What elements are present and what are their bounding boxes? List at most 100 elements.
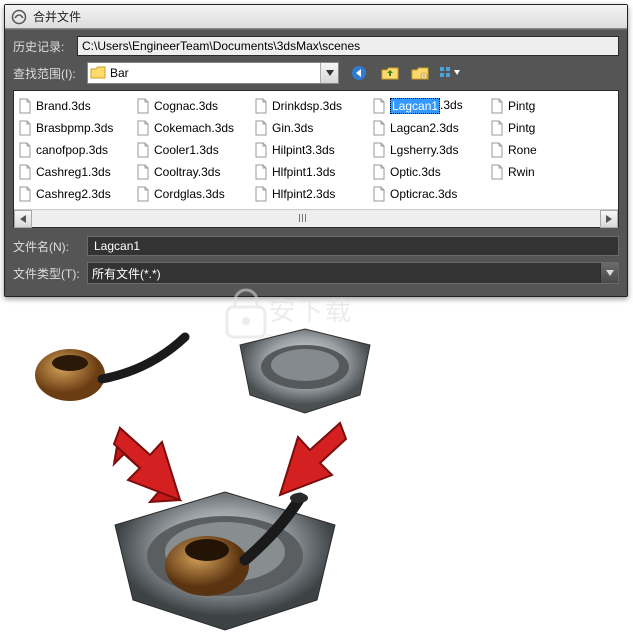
file-item[interactable]: Drinkdsp.3ds (254, 97, 368, 115)
document-icon (372, 98, 386, 114)
pipe-image (30, 325, 190, 415)
file-column: Lagcan1.3ds Lagcan2.3ds Lgsherry.3ds Optic.… (372, 97, 486, 207)
file-item[interactable]: Pintg (490, 97, 604, 115)
document-icon (136, 186, 150, 202)
file-item[interactable]: Cordglas.3ds (136, 185, 250, 203)
file-item[interactable]: Brand.3ds (18, 97, 132, 115)
file-item[interactable]: Cokemach.3ds (136, 119, 250, 137)
file-item[interactable]: Gin.3ds (254, 119, 368, 137)
file-item[interactable]: Hlfpint2.3ds (254, 185, 368, 203)
window-title: 合并文件 (33, 8, 81, 25)
file-name: Brasbpmp.3ds (36, 121, 113, 135)
combo-dropdown-icon[interactable] (320, 63, 338, 83)
file-name: Cashreg2.3ds (36, 187, 111, 201)
document-icon (490, 98, 504, 114)
file-item[interactable]: Cooltray.3ds (136, 163, 250, 181)
file-item[interactable]: Rone (490, 141, 604, 159)
back-button[interactable] (349, 63, 371, 83)
folder-icon (88, 66, 108, 80)
file-name: Lgsherry.3ds (390, 143, 458, 157)
lookin-folder-name: Bar (108, 66, 320, 80)
merge-files-dialog: 合并文件 历史记录: 查找范围(I): Bar (4, 4, 628, 297)
lookin-combo[interactable]: Bar (87, 62, 339, 84)
file-name: Hlfpint2.3ds (272, 187, 335, 201)
document-icon (254, 120, 268, 136)
file-name: Cooler1.3ds (154, 143, 219, 157)
file-item[interactable]: Cashreg1.3ds (18, 163, 132, 181)
up-folder-button[interactable] (379, 63, 401, 83)
document-icon (490, 120, 504, 136)
file-name: Rwin (508, 165, 535, 179)
file-name: Opticrac.3ds (390, 187, 457, 201)
horizontal-scrollbar[interactable] (14, 209, 618, 227)
file-name: Pintg (508, 121, 535, 135)
document-icon (490, 164, 504, 180)
file-name: Cooltray.3ds (154, 165, 220, 179)
file-item[interactable]: Brasbpmp.3ds (18, 119, 132, 137)
document-icon (18, 120, 32, 136)
document-icon (18, 164, 32, 180)
file-name: Rone (508, 143, 537, 157)
filetype-label: 文件类型(T): (13, 265, 87, 282)
file-name: Drinkdsp.3ds (272, 99, 342, 113)
file-name: Cashreg1.3ds (36, 165, 111, 179)
scrollbar-track[interactable] (32, 210, 600, 227)
file-column: Pintg Pintg Rone Rwin (490, 97, 604, 207)
file-name: Lagcan2.3ds (390, 121, 459, 135)
titlebar[interactable]: 合并文件 (5, 5, 627, 29)
document-icon (18, 186, 32, 202)
file-name: Hilpint3.3ds (272, 143, 335, 157)
filetype-dropdown-icon[interactable] (600, 263, 618, 283)
filetype-combo[interactable]: 所有文件(*.*) (87, 262, 619, 284)
file-name: Gin.3ds (272, 121, 313, 135)
scroll-left-button[interactable] (14, 210, 32, 228)
document-icon (254, 98, 268, 114)
file-list-pane[interactable]: Brand.3ds Brasbpmp.3ds canofpop.3ds Cashreg… (13, 90, 619, 228)
lookin-toolbar (349, 63, 461, 83)
file-name: Brand.3ds (36, 99, 91, 113)
app-icon (11, 9, 27, 25)
lookin-label: 查找范围(I): (13, 65, 87, 82)
file-name: Cognac.3ds (154, 99, 218, 113)
file-name: Hlfpint1.3ds (272, 165, 335, 179)
file-column: Brand.3ds Brasbpmp.3ds canofpop.3ds Cashreg… (18, 97, 132, 207)
file-item[interactable]: Optic.3ds (372, 163, 486, 181)
file-item[interactable]: Cooler1.3ds (136, 141, 250, 159)
document-icon (136, 98, 150, 114)
file-item[interactable]: Rwin (490, 163, 604, 181)
file-item[interactable]: Lgsherry.3ds (372, 141, 486, 159)
history-input[interactable] (77, 36, 619, 56)
file-item[interactable]: Cognac.3ds (136, 97, 250, 115)
file-name: Optic.3ds (390, 165, 441, 179)
history-row: 历史记录: (13, 36, 619, 56)
file-item[interactable]: Lagcan1.3ds (372, 97, 486, 115)
scroll-right-button[interactable] (600, 210, 618, 228)
file-column: Drinkdsp.3ds Gin.3ds Hilpint3.3ds Hlfpint1.… (254, 97, 368, 207)
file-name: Lagcan1.3ds (390, 98, 463, 114)
lookin-row: 查找范围(I): Bar (13, 62, 619, 84)
file-item[interactable]: Opticrac.3ds (372, 185, 486, 203)
filename-input[interactable] (87, 236, 619, 256)
document-icon (136, 142, 150, 158)
file-item[interactable]: Hilpint3.3ds (254, 141, 368, 159)
file-column: Cognac.3ds Cokemach.3ds Cooler1.3ds Cooltra… (136, 97, 250, 207)
file-item[interactable]: canofpop.3ds (18, 141, 132, 159)
filetype-row: 文件类型(T): 所有文件(*.*) (13, 262, 619, 284)
document-icon (254, 164, 268, 180)
file-name: Cordglas.3ds (154, 187, 225, 201)
file-item[interactable]: Pintg (490, 119, 604, 137)
file-item[interactable]: Lagcan2.3ds (372, 119, 486, 137)
document-icon (372, 164, 386, 180)
document-icon (372, 186, 386, 202)
document-icon (254, 142, 268, 158)
document-icon (18, 98, 32, 114)
scrollbar-grip-icon (288, 212, 318, 224)
merged-result-image (95, 470, 355, 640)
filetype-value: 所有文件(*.*) (92, 265, 161, 282)
filename-row: 文件名(N): (13, 236, 619, 256)
history-label: 历史记录: (13, 38, 77, 55)
new-folder-button[interactable] (409, 63, 431, 83)
file-item[interactable]: Cashreg2.3ds (18, 185, 132, 203)
file-item[interactable]: Hlfpint1.3ds (254, 163, 368, 181)
views-button[interactable] (439, 63, 461, 83)
